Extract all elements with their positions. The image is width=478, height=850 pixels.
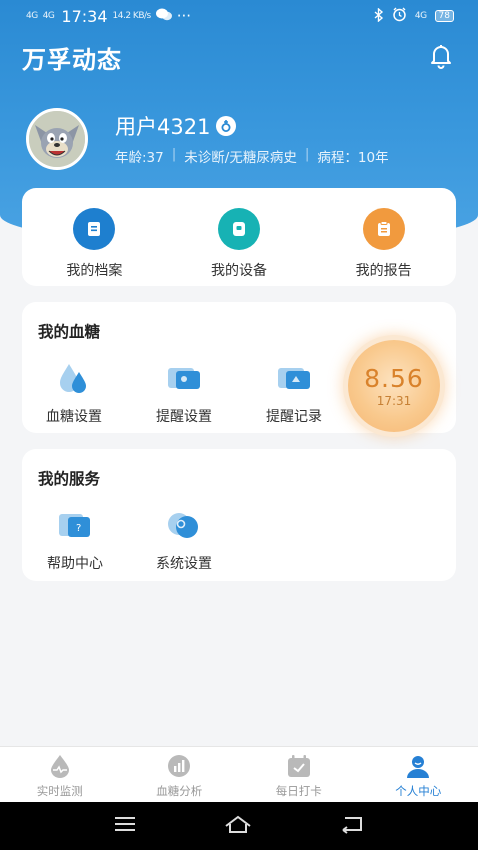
signal-icon: 4G [26, 10, 38, 21]
device-icon [217, 208, 260, 250]
grid-label: 提醒记录 [266, 409, 322, 425]
monitor-icon [50, 755, 69, 778]
grid-label: 帮助中心 [47, 556, 103, 572]
avatar[interactable] [26, 108, 88, 170]
bell-icon[interactable] [426, 40, 456, 70]
chat-icon [155, 7, 172, 25]
help-icon: ? [59, 514, 90, 537]
grid-label: 血糖设置 [46, 409, 102, 425]
settings-icon [168, 513, 198, 538]
services-title: 我的服务 [38, 470, 101, 488]
signal-icon-2: 4G [42, 10, 55, 21]
battery-icon: 78 [434, 10, 454, 22]
latest-glucose-badge[interactable]: 8.56 17:31 [348, 340, 440, 432]
quick-links-card: 我的档案 我的设备 我的报告 [22, 188, 456, 286]
more-icon: ··· [176, 7, 192, 25]
profile-icon [73, 208, 116, 250]
divider: | [304, 146, 310, 162]
quick-link-label: 我的档案 [66, 263, 123, 279]
system-settings[interactable]: 系统设置 [139, 507, 229, 573]
quick-link-device[interactable]: 我的设备 [184, 208, 294, 280]
back-icon[interactable] [339, 814, 365, 838]
menu-icon[interactable] [113, 815, 137, 837]
user-age: 年龄:37 [115, 150, 164, 166]
analysis-icon [168, 755, 191, 777]
quick-link-label: 我的设备 [210, 263, 267, 279]
report-icon [362, 208, 405, 250]
username-row: 用户4321 [115, 111, 237, 141]
quick-link-label: 我的报告 [355, 263, 412, 279]
tab-glucose-analysis[interactable]: 血糖分析 [120, 747, 240, 802]
reminder-settings[interactable]: 提醒设置 [139, 360, 229, 426]
blood-drop-icon [60, 364, 86, 393]
help-center[interactable]: ? 帮助中心 [30, 507, 120, 573]
tab-daily-checkin[interactable]: 每日打卡 [239, 747, 359, 802]
system-nav-bar [0, 802, 478, 850]
tab-label: 每日打卡 [275, 784, 322, 798]
quick-link-report[interactable]: 我的报告 [329, 208, 439, 280]
home-icon[interactable] [223, 814, 253, 838]
glucose-value: 8.56 [364, 364, 424, 393]
services-card: 我的服务 ? 帮助中心 系统设置 [22, 449, 456, 581]
reminder-record[interactable]: 提醒记录 [249, 360, 339, 426]
grid-label: 系统设置 [156, 556, 212, 572]
svg-text:?: ? [76, 523, 81, 534]
bottom-tab-bar: 实时监测 血糖分析 每日打卡 个人中心 [0, 746, 478, 802]
alarm-icon [392, 7, 407, 25]
tab-label: 血糖分析 [156, 784, 203, 798]
person-icon [407, 756, 430, 778]
app-title: 万孚动态 [22, 46, 122, 74]
reminder-record-icon [278, 368, 310, 389]
user-meta: 年龄:37 | 未诊断/无糖尿病史 | 病程：10年 [115, 146, 389, 166]
blood-sugar-title: 我的血糖 [38, 323, 101, 341]
blood-sugar-card: 我的血糖 血糖设置 提醒设置 提醒记录 8.56 17:31 [22, 302, 456, 433]
glucose-time: 17:31 [376, 394, 412, 408]
bluetooth-icon [374, 6, 384, 25]
network-speed: 14.2 KB/s [112, 10, 152, 21]
tab-label: 个人中心 [395, 784, 442, 798]
checkin-icon [287, 755, 310, 777]
reminder-settings-icon [168, 368, 200, 389]
quick-link-profile[interactable]: 我的档案 [39, 208, 149, 280]
gender-icon [216, 116, 237, 136]
tab-label: 实时监测 [36, 784, 83, 798]
user-course: 病程：10年 [317, 150, 389, 166]
divider: | [171, 146, 177, 162]
network-type: 4G [414, 10, 427, 21]
blood-sugar-settings[interactable]: 血糖设置 [29, 360, 119, 426]
username: 用户4321 [115, 115, 211, 139]
status-bar: 4G 4G 17:34 14.2 KB/s ··· 4G 78 [0, 0, 478, 32]
tab-realtime-monitor[interactable]: 实时监测 [0, 747, 120, 802]
tab-personal-center[interactable]: 个人中心 [359, 747, 478, 802]
status-time: 17:34 [61, 6, 108, 26]
user-diagnosis: 未诊断/无糖尿病史 [184, 150, 297, 166]
grid-label: 提醒设置 [156, 409, 212, 425]
